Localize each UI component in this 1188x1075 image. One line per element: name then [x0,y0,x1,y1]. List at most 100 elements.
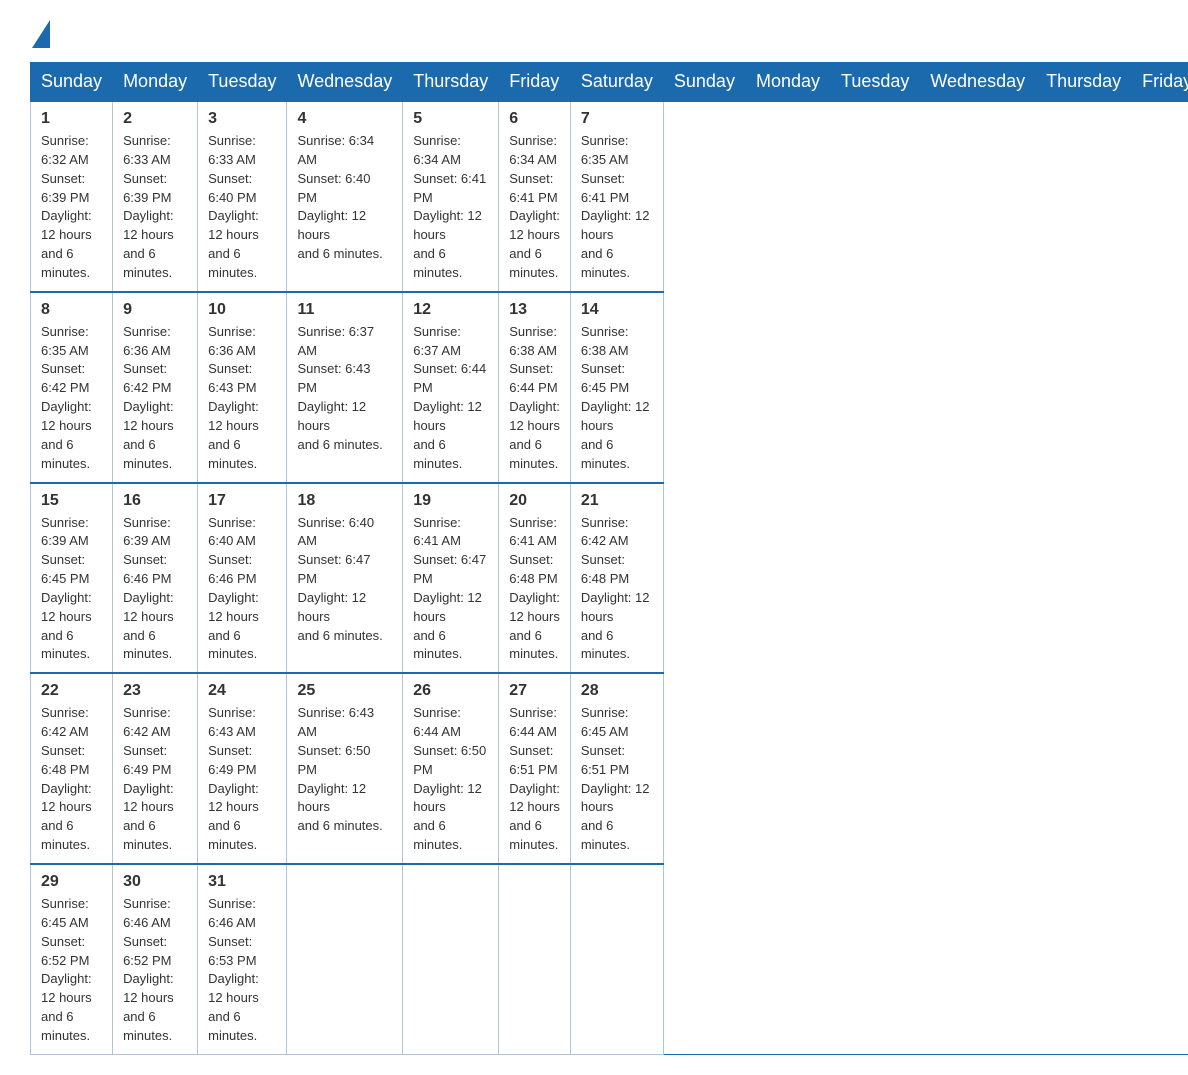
day-number: 19 [413,492,488,510]
calendar-cell: 4 Sunrise: 6:34 AMSunset: 6:40 PMDayligh… [287,101,403,292]
logo-top [30,20,52,48]
calendar-week-row: 1 Sunrise: 6:32 AMSunset: 6:39 PMDayligh… [31,101,1188,292]
day-number: 21 [581,492,653,510]
calendar-week-row: 29 Sunrise: 6:45 AMSunset: 6:52 PMDaylig… [31,864,1188,1054]
calendar-cell: 16 Sunrise: 6:39 AMSunset: 6:46 PMDaylig… [113,483,198,674]
day-info: Sunrise: 6:37 AMSunset: 6:43 PMDaylight:… [297,324,382,452]
day-info: Sunrise: 6:40 AMSunset: 6:46 PMDaylight:… [208,515,259,662]
calendar-cell: 9 Sunrise: 6:36 AMSunset: 6:42 PMDayligh… [113,292,198,483]
col-header-wednesday: Wednesday [920,63,1036,102]
day-number: 5 [413,110,488,128]
calendar-cell [403,864,499,1054]
day-info: Sunrise: 6:34 AMSunset: 6:41 PMDaylight:… [509,133,560,280]
day-info: Sunrise: 6:44 AMSunset: 6:50 PMDaylight:… [413,705,486,852]
calendar-cell: 1 Sunrise: 6:32 AMSunset: 6:39 PMDayligh… [31,101,113,292]
day-info: Sunrise: 6:45 AMSunset: 6:51 PMDaylight:… [581,705,650,852]
day-number: 10 [208,301,276,319]
col-header-sunday: Sunday [31,63,113,102]
calendar-cell: 17 Sunrise: 6:40 AMSunset: 6:46 PMDaylig… [198,483,287,674]
day-info: Sunrise: 6:35 AMSunset: 6:41 PMDaylight:… [581,133,650,280]
day-number: 1 [41,110,102,128]
day-number: 17 [208,492,276,510]
day-number: 29 [41,873,102,891]
day-info: Sunrise: 6:41 AMSunset: 6:47 PMDaylight:… [413,515,486,662]
calendar-cell: 2 Sunrise: 6:33 AMSunset: 6:39 PMDayligh… [113,101,198,292]
day-info: Sunrise: 6:44 AMSunset: 6:51 PMDaylight:… [509,705,560,852]
day-number: 4 [297,110,392,128]
logo [30,20,52,42]
day-info: Sunrise: 6:33 AMSunset: 6:39 PMDaylight:… [123,133,174,280]
col-header-friday: Friday [1132,63,1188,102]
col-header-sunday: Sunday [663,63,745,102]
day-info: Sunrise: 6:42 AMSunset: 6:48 PMDaylight:… [41,705,92,852]
calendar-cell [287,864,403,1054]
day-number: 16 [123,492,187,510]
logo-triangle-icon [32,20,50,48]
day-info: Sunrise: 6:41 AMSunset: 6:48 PMDaylight:… [509,515,560,662]
day-number: 28 [581,682,653,700]
calendar-cell: 13 Sunrise: 6:38 AMSunset: 6:44 PMDaylig… [499,292,571,483]
calendar-cell: 5 Sunrise: 6:34 AMSunset: 6:41 PMDayligh… [403,101,499,292]
day-info: Sunrise: 6:36 AMSunset: 6:43 PMDaylight:… [208,324,259,471]
day-number: 13 [509,301,560,319]
day-info: Sunrise: 6:40 AMSunset: 6:47 PMDaylight:… [297,515,382,643]
day-number: 15 [41,492,102,510]
day-info: Sunrise: 6:36 AMSunset: 6:42 PMDaylight:… [123,324,174,471]
day-number: 27 [509,682,560,700]
day-number: 11 [297,301,392,319]
calendar-header-row: SundayMondayTuesdayWednesdayThursdayFrid… [31,63,1188,102]
day-info: Sunrise: 6:34 AMSunset: 6:40 PMDaylight:… [297,133,382,261]
calendar-cell: 10 Sunrise: 6:36 AMSunset: 6:43 PMDaylig… [198,292,287,483]
day-info: Sunrise: 6:37 AMSunset: 6:44 PMDaylight:… [413,324,486,471]
day-number: 20 [509,492,560,510]
day-number: 14 [581,301,653,319]
day-number: 26 [413,682,488,700]
calendar-cell: 12 Sunrise: 6:37 AMSunset: 6:44 PMDaylig… [403,292,499,483]
calendar-cell: 22 Sunrise: 6:42 AMSunset: 6:48 PMDaylig… [31,673,113,864]
day-info: Sunrise: 6:45 AMSunset: 6:52 PMDaylight:… [41,896,92,1043]
day-info: Sunrise: 6:38 AMSunset: 6:45 PMDaylight:… [581,324,650,471]
day-number: 6 [509,110,560,128]
day-number: 31 [208,873,276,891]
day-number: 23 [123,682,187,700]
day-number: 7 [581,110,653,128]
col-header-thursday: Thursday [403,63,499,102]
calendar-cell: 27 Sunrise: 6:44 AMSunset: 6:51 PMDaylig… [499,673,571,864]
day-number: 25 [297,682,392,700]
calendar-cell: 21 Sunrise: 6:42 AMSunset: 6:48 PMDaylig… [570,483,663,674]
col-header-tuesday: Tuesday [198,63,287,102]
day-info: Sunrise: 6:35 AMSunset: 6:42 PMDaylight:… [41,324,92,471]
day-number: 8 [41,301,102,319]
day-number: 22 [41,682,102,700]
day-number: 18 [297,492,392,510]
day-number: 2 [123,110,187,128]
col-header-friday: Friday [499,63,571,102]
col-header-wednesday: Wednesday [287,63,403,102]
calendar-table: SundayMondayTuesdayWednesdayThursdayFrid… [30,62,1188,1055]
calendar-cell: 11 Sunrise: 6:37 AMSunset: 6:43 PMDaylig… [287,292,403,483]
calendar-cell: 25 Sunrise: 6:43 AMSunset: 6:50 PMDaylig… [287,673,403,864]
calendar-cell: 14 Sunrise: 6:38 AMSunset: 6:45 PMDaylig… [570,292,663,483]
col-header-monday: Monday [745,63,830,102]
calendar-cell [570,864,663,1054]
calendar-cell: 3 Sunrise: 6:33 AMSunset: 6:40 PMDayligh… [198,101,287,292]
col-header-monday: Monday [113,63,198,102]
day-info: Sunrise: 6:46 AMSunset: 6:52 PMDaylight:… [123,896,174,1043]
calendar-week-row: 22 Sunrise: 6:42 AMSunset: 6:48 PMDaylig… [31,673,1188,864]
day-info: Sunrise: 6:39 AMSunset: 6:46 PMDaylight:… [123,515,174,662]
calendar-cell: 6 Sunrise: 6:34 AMSunset: 6:41 PMDayligh… [499,101,571,292]
calendar-cell: 28 Sunrise: 6:45 AMSunset: 6:51 PMDaylig… [570,673,663,864]
calendar-cell: 19 Sunrise: 6:41 AMSunset: 6:47 PMDaylig… [403,483,499,674]
calendar-week-row: 8 Sunrise: 6:35 AMSunset: 6:42 PMDayligh… [31,292,1188,483]
day-info: Sunrise: 6:46 AMSunset: 6:53 PMDaylight:… [208,896,259,1043]
day-info: Sunrise: 6:39 AMSunset: 6:45 PMDaylight:… [41,515,92,662]
calendar-cell: 8 Sunrise: 6:35 AMSunset: 6:42 PMDayligh… [31,292,113,483]
day-info: Sunrise: 6:42 AMSunset: 6:48 PMDaylight:… [581,515,650,662]
day-number: 12 [413,301,488,319]
calendar-cell: 23 Sunrise: 6:42 AMSunset: 6:49 PMDaylig… [113,673,198,864]
day-info: Sunrise: 6:42 AMSunset: 6:49 PMDaylight:… [123,705,174,852]
calendar-cell: 20 Sunrise: 6:41 AMSunset: 6:48 PMDaylig… [499,483,571,674]
day-info: Sunrise: 6:33 AMSunset: 6:40 PMDaylight:… [208,133,259,280]
page-header [30,20,1158,42]
day-number: 24 [208,682,276,700]
